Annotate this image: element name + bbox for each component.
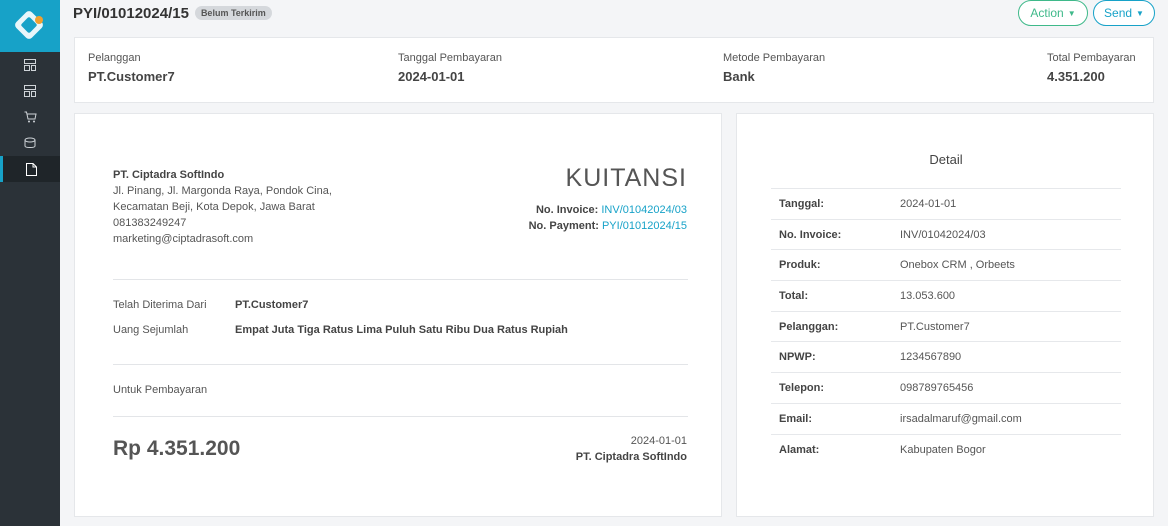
received-from-label: Telah Diterima Dari	[113, 299, 207, 311]
table-row: Email: irsadalmaruf@gmail.com	[771, 403, 1121, 434]
payment-summary: Pelanggan PT.Customer7 Tanggal Pembayara…	[74, 37, 1154, 103]
payment-label: No. Payment:	[528, 220, 599, 232]
summary-total: Total Pembayaran 4.351.200	[1047, 52, 1136, 84]
dashboard-icon	[24, 59, 36, 71]
detail-value: 2024-01-01	[900, 197, 957, 210]
summary-label: Total Pembayaran	[1047, 52, 1136, 64]
purpose-label: Untuk Pembayaran	[113, 384, 208, 396]
table-row: NPWP: 1234567890	[771, 341, 1121, 373]
detail-value: 098789765456	[900, 381, 974, 394]
detail-key: Produk:	[779, 259, 821, 272]
detail-table: Tanggal: 2024-01-01 No. Invoice: INV/01042…	[771, 188, 1121, 465]
invoice-link[interactable]: INV/01042024/03	[601, 204, 687, 216]
summary-label: Pelanggan	[88, 52, 141, 64]
detail-key: Total:	[779, 289, 809, 302]
divider	[113, 416, 688, 417]
detail-panel: Detail Tanggal: 2024-01-01 No. Invoice: IN…	[736, 113, 1154, 517]
amount-words-label: Uang Sejumlah	[113, 324, 189, 336]
detail-key: Telepon:	[779, 381, 825, 394]
detail-value: PT.Customer7	[900, 320, 970, 333]
sidebar-item-database[interactable]	[0, 130, 60, 156]
logo-icon	[15, 11, 43, 39]
summary-label: Tanggal Pembayaran	[398, 52, 502, 64]
invoice-reference: No. Invoice: INV/01042024/03	[536, 204, 687, 216]
payment-reference: No. Payment: PYI/01012024/15	[529, 220, 687, 232]
chevron-down-icon: ▼	[1136, 8, 1144, 18]
received-from-value: PT.Customer7	[235, 299, 309, 311]
receipt-panel: PT. Ciptadra SoftIndo Jl. Pinang, Jl. Ma…	[74, 113, 722, 517]
sidebar	[0, 0, 60, 526]
detail-value: INV/01042024/03	[900, 228, 986, 241]
company-name: PT. Ciptadra SoftIndo	[113, 169, 225, 181]
table-row: Tanggal: 2024-01-01	[771, 188, 1121, 220]
table-row: Total: 13.053.600	[771, 280, 1121, 312]
amount-words-value: Empat Juta Tiga Ratus Lima Puluh Satu Ri…	[235, 324, 568, 336]
company-address-line: Jl. Pinang, Jl. Margonda Raya, Pondok Ci…	[113, 185, 332, 197]
signature-name: PT. Ciptadra SoftIndo	[575, 451, 687, 463]
send-button[interactable]: Send ▼	[1093, 0, 1155, 26]
action-button-label: Action	[1030, 6, 1064, 20]
cart-icon	[24, 111, 37, 123]
table-row: Pelanggan: PT.Customer7	[771, 311, 1121, 342]
detail-value: 1234567890	[900, 351, 962, 364]
detail-key: NPWP:	[779, 351, 816, 364]
detail-key: No. Invoice:	[779, 228, 842, 241]
table-row: Alamat: Kabupaten Bogor	[771, 434, 1121, 465]
detail-value: 13.053.600	[900, 289, 956, 302]
receipt-title: KUITANSI	[565, 164, 687, 192]
database-icon	[24, 137, 36, 148]
app-logo[interactable]	[0, 0, 60, 52]
summary-date: Tanggal Pembayaran 2024-01-01	[398, 52, 502, 84]
summary-value: PT.Customer7	[88, 69, 175, 84]
table-row: Produk: Onebox CRM , Orbeets	[771, 249, 1121, 281]
summary-customer: Pelanggan PT.Customer7	[88, 52, 175, 84]
detail-key: Alamat:	[779, 443, 820, 456]
detail-key: Tanggal:	[779, 197, 825, 210]
status-badge: Belum Terkirim	[194, 6, 272, 20]
action-button[interactable]: Action ▼	[1018, 0, 1088, 26]
summary-value: 2024-01-01	[398, 69, 465, 84]
detail-value: Kabupaten Bogor	[900, 443, 986, 456]
divider	[113, 364, 688, 365]
company-address-line: Kecamatan Beji, Kota Depok, Jawa Barat	[113, 201, 315, 213]
amount-total: Rp 4.351.200	[113, 437, 241, 460]
company-email: marketing@ciptadrasoft.com	[113, 233, 254, 245]
detail-value: Onebox CRM , Orbeets	[900, 259, 1015, 272]
sidebar-item-grid[interactable]	[0, 78, 60, 104]
detail-value: irsadalmaruf@gmail.com	[900, 412, 1022, 425]
summary-value: Bank	[723, 69, 755, 84]
table-row: No. Invoice: INV/01042024/03	[771, 219, 1121, 250]
summary-label: Metode Pembayaran	[723, 52, 826, 64]
sidebar-item-dashboard[interactable]	[0, 52, 60, 78]
detail-key: Email:	[779, 412, 813, 425]
sidebar-item-document[interactable]	[0, 156, 60, 182]
table-row: Telepon: 098789765456	[771, 372, 1121, 404]
invoice-label: No. Invoice:	[535, 204, 599, 216]
summary-method: Metode Pembayaran Bank	[723, 52, 825, 84]
page-title: PYI/01012024/15	[73, 4, 189, 22]
document-icon	[26, 162, 37, 176]
sidebar-item-cart[interactable]	[0, 104, 60, 130]
company-phone: 081383249247	[113, 217, 187, 229]
summary-value: 4.351.200	[1047, 69, 1105, 84]
chevron-down-icon: ▼	[1067, 8, 1076, 18]
divider	[113, 279, 688, 280]
page-header: PYI/01012024/15 Belum Terkirim	[73, 4, 272, 22]
detail-key: Pelanggan:	[779, 320, 839, 333]
signature-date: 2024-01-01	[630, 435, 687, 447]
company-info: PT. Ciptadra SoftIndo Jl. Pinang, Jl. Ma…	[113, 167, 332, 247]
payment-link[interactable]: PYI/01012024/15	[602, 220, 687, 232]
send-button-label: Send	[1104, 6, 1133, 20]
grid-icon	[24, 85, 36, 97]
detail-title: Detail	[929, 152, 963, 167]
